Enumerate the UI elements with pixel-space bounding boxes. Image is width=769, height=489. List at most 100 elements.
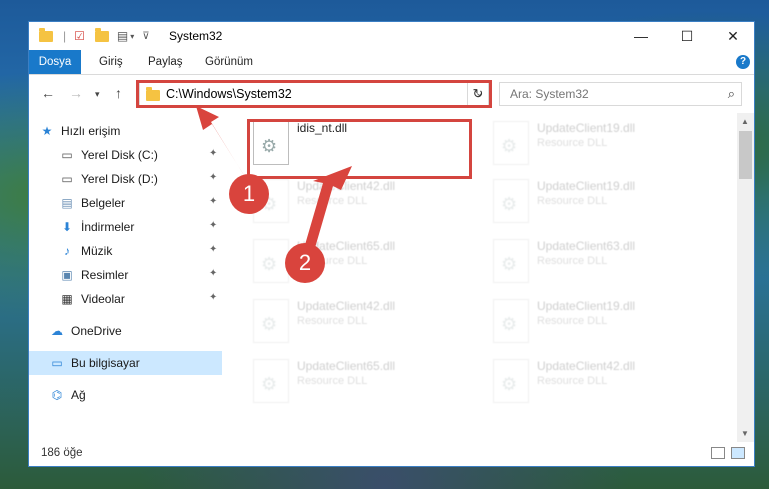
file-name: UpdateClient42.dll [297, 299, 396, 313]
dll-file-icon [493, 359, 529, 403]
file-item[interactable]: UpdateClient42.dll Resource DLL [247, 171, 477, 223]
quick-access-toolbar: | ☑ ▤ ▾ ⊽ [39, 27, 150, 44]
tab-share[interactable]: Paylaş [148, 50, 183, 74]
sidebar-item-label: Yerel Disk (D:) [81, 172, 158, 186]
file-item[interactable]: UpdateClient19.dll Resource DLL [487, 113, 717, 165]
dll-file-icon [253, 299, 289, 343]
sidebar-item-label: Yerel Disk (C:) [81, 148, 158, 162]
maximize-button[interactable]: ☐ [664, 22, 710, 50]
details-view-icon[interactable] [711, 447, 725, 459]
file-name: UpdateClient42.dll [537, 359, 636, 373]
sidebar-item-label: Belgeler [81, 196, 126, 210]
file-highlight-box [247, 119, 472, 179]
forward-arrow-icon[interactable]: → [69, 85, 83, 101]
pin-icon[interactable]: ✦ [209, 268, 217, 279]
pictures-icon: ▣ [61, 268, 73, 282]
scrollbar-thumb[interactable] [739, 131, 752, 179]
sidebar-item-onedrive[interactable]: ☁ OneDrive [49, 319, 222, 343]
window-title: System32 [169, 29, 223, 43]
pin-icon[interactable]: ✦ [209, 292, 217, 303]
search-box[interactable]: ⌕ [499, 82, 742, 106]
up-arrow-icon[interactable]: ↑ [115, 85, 122, 101]
chevron-down-icon[interactable]: ▾ [130, 32, 134, 41]
pin-icon[interactable]: ✦ [209, 220, 217, 231]
file-name: UpdateClient42.dll [297, 179, 396, 193]
sidebar-item-label: Bu bilgisayar [71, 356, 140, 370]
file-name: UpdateClient19.dll [537, 299, 636, 313]
documents-icon: ▤ [61, 196, 73, 210]
sidebar-item-pictures[interactable]: ▣ Resimler ✦ [59, 263, 222, 287]
dll-file-icon [493, 179, 529, 223]
customize-icon[interactable]: ▤ [117, 29, 128, 43]
help-icon[interactable]: ? [736, 55, 750, 69]
properties-icon[interactable]: ☑ [74, 29, 85, 43]
sidebar-item-label: Hızlı erişim [61, 124, 121, 138]
file-item[interactable]: UpdateClient42.dll Resource DLL [247, 291, 477, 343]
cloud-icon: ☁ [51, 324, 63, 338]
sidebar-item-music[interactable]: ♪ Müzik ✦ [59, 239, 222, 263]
file-type: Resource DLL [297, 375, 368, 387]
sidebar-item-local-disk-c[interactable]: ▭ Yerel Disk (C:) ✦ [59, 143, 222, 167]
quick-access-dropdown-icon[interactable]: ⊽ [142, 31, 149, 42]
file-item[interactable]: UpdateClient42.dll Resource DLL [487, 351, 717, 403]
navigation-pane: ★ Hızlı erişim ▭ Yerel Disk (C:) ✦ ▭ Yer… [29, 113, 222, 442]
tab-home[interactable]: Giriş [99, 50, 123, 74]
navigation-bar: ← → ▾ ↑ C:\Windows\System32 ⌄ ↻ ⌕ [29, 75, 754, 113]
search-icon[interactable]: ⌕ [728, 86, 735, 102]
sidebar-item-this-pc[interactable]: ▭ Bu bilgisayar [29, 351, 222, 375]
status-bar: 186 öğe [29, 442, 754, 466]
back-arrow-icon[interactable]: ← [41, 85, 55, 101]
sidebar-item-documents[interactable]: ▤ Belgeler ✦ [59, 191, 222, 215]
videos-icon: ▦ [61, 292, 73, 306]
vertical-scrollbar[interactable]: ▲ ▼ [737, 113, 754, 442]
large-icons-view-icon[interactable] [731, 447, 745, 459]
pin-icon[interactable]: ✦ [209, 172, 217, 183]
file-type: Resource DLL [537, 255, 608, 267]
sidebar-item-downloads[interactable]: ⬇ İndirmeler ✦ [59, 215, 222, 239]
new-folder-icon[interactable] [94, 27, 109, 42]
sidebar-item-videos[interactable]: ▦ Videolar ✦ [59, 287, 222, 311]
scroll-up-icon[interactable]: ▲ [741, 117, 749, 126]
dll-file-icon [253, 359, 289, 403]
file-item[interactable]: UpdateClient19.dll Resource DLL [487, 291, 717, 343]
sidebar-item-quick-access[interactable]: ★ Hızlı erişim [39, 119, 232, 143]
file-name: UpdateClient19.dll [537, 121, 636, 135]
network-icon: ⌬ [51, 388, 63, 402]
callout-badge-2: 2 [285, 243, 325, 283]
search-input[interactable] [508, 86, 712, 102]
file-explorer-window: | ☑ ▤ ▾ ⊽ System32 — ☐ ✕ Dosya Giriş Pay… [28, 21, 755, 467]
sidebar-item-label: Ağ [71, 388, 86, 402]
tab-view[interactable]: Görünüm [205, 50, 253, 74]
star-icon: ★ [41, 124, 53, 138]
file-name: UpdateClient63.dll [537, 239, 636, 253]
callout-badge-1: 1 [229, 174, 269, 214]
drive-icon: ▭ [61, 172, 73, 186]
file-item[interactable]: UpdateClient63.dll Resource DLL [487, 231, 717, 283]
file-name: UpdateClient19.dll [537, 179, 636, 193]
dll-file-icon [493, 299, 529, 343]
tab-file[interactable]: Dosya [29, 50, 81, 74]
computer-icon: ▭ [51, 356, 63, 370]
close-button[interactable]: ✕ [710, 22, 754, 50]
dll-file-icon [493, 239, 529, 283]
pin-icon[interactable]: ✦ [209, 196, 217, 207]
file-name: UpdateClient65.dll [297, 359, 396, 373]
sidebar-item-local-disk-d[interactable]: ▭ Yerel Disk (D:) ✦ [59, 167, 222, 191]
item-count: 186 öğe [41, 447, 83, 459]
file-item[interactable]: UpdateClient65.dll Resource DLL [247, 351, 477, 403]
sidebar-item-label: OneDrive [71, 324, 122, 338]
file-item[interactable]: UpdateClient19.dll Resource DLL [487, 171, 717, 223]
file-type: Resource DLL [537, 315, 608, 327]
title-bar: | ☑ ▤ ▾ ⊽ System32 — ☐ ✕ [29, 22, 754, 50]
sidebar-item-network[interactable]: ⌬ Ağ [49, 383, 222, 407]
scroll-down-icon[interactable]: ▼ [741, 429, 749, 438]
minimize-button[interactable]: — [618, 22, 664, 50]
file-item[interactable]: UpdateClient65.dll Resource DLL [247, 231, 477, 283]
recent-locations-icon[interactable]: ▾ [95, 89, 100, 100]
downloads-icon: ⬇ [61, 220, 73, 234]
address-highlight-box [136, 80, 492, 108]
pin-icon[interactable]: ✦ [209, 148, 217, 159]
file-type: Resource DLL [537, 137, 608, 149]
pin-icon[interactable]: ✦ [209, 244, 217, 255]
sidebar-item-label: Resimler [81, 268, 129, 282]
